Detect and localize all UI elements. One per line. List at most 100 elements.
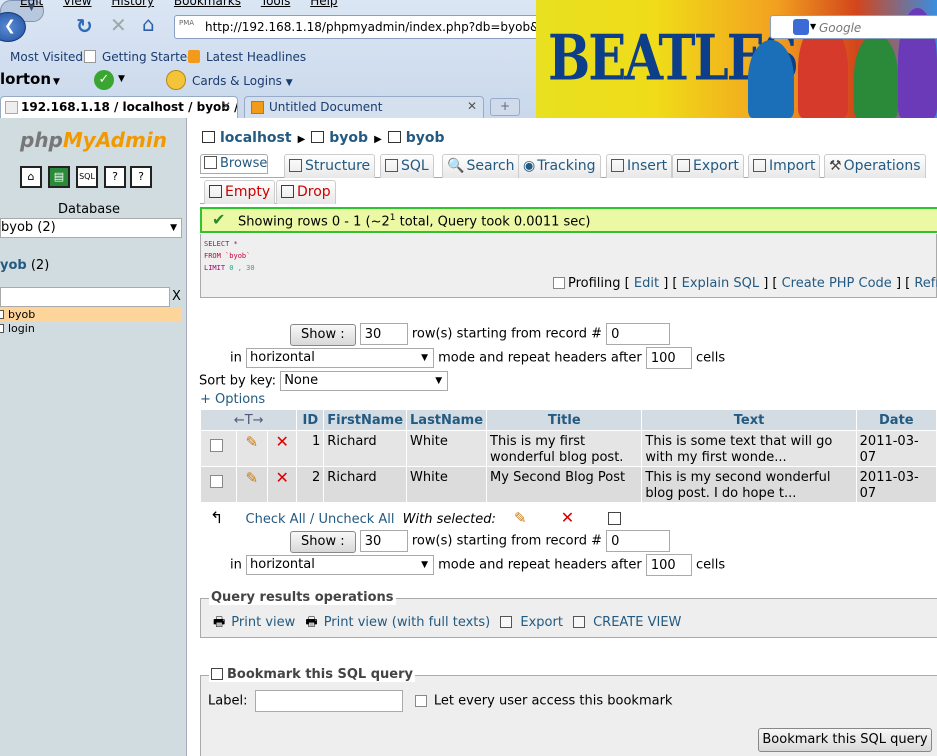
column-header-id[interactable]: ID xyxy=(297,410,324,430)
bookmark-getting-started[interactable]: Getting Started xyxy=(84,50,195,64)
column-header-lastname[interactable]: LastName xyxy=(407,410,487,430)
tab-empty[interactable]: Empty xyxy=(204,180,276,204)
bookmark-label-input[interactable] xyxy=(254,690,403,712)
current-database-title[interactable]: yob (2) xyxy=(0,258,49,273)
breadcrumb-server[interactable]: localhost xyxy=(220,130,292,146)
home-icon[interactable]: ⌂ xyxy=(142,12,155,36)
delete-icon[interactable]: ✕ xyxy=(275,432,288,451)
sidebar-table-byob[interactable]: byob xyxy=(0,308,182,322)
new-tab-button[interactable]: + xyxy=(490,98,520,116)
edit-sql-link[interactable]: Edit xyxy=(634,276,659,291)
menu-bookmarks[interactable]: Bookmarks xyxy=(174,0,241,8)
chevron-down-icon[interactable]: ▼ xyxy=(810,22,816,31)
norton-safe-icon[interactable]: ✓ xyxy=(94,70,114,90)
chevron-down-icon[interactable]: ▼ xyxy=(118,74,125,84)
column-header-firstname[interactable]: FirstName xyxy=(324,410,407,430)
phpmyadmin-logo[interactable]: phpMyAdmin xyxy=(20,128,167,152)
menu-help[interactable]: Help xyxy=(310,0,337,8)
sort-key-select[interactable]: None ▼ xyxy=(280,371,449,391)
refresh-link[interactable]: Refresh xyxy=(914,276,937,291)
table-icon[interactable] xyxy=(0,324,4,333)
bookmark-public-checkbox[interactable] xyxy=(414,694,427,707)
profiling-checkbox[interactable] xyxy=(553,277,565,289)
bookmark-submit-button[interactable]: Bookmark this SQL query xyxy=(758,728,932,752)
tab-search[interactable]: 🔍 Search xyxy=(442,154,520,178)
column-header-text[interactable]: Text xyxy=(642,410,856,430)
delete-icon[interactable]: ✕ xyxy=(561,508,574,527)
tab-drop[interactable]: Drop xyxy=(276,180,336,204)
table-filter-input[interactable] xyxy=(0,287,170,307)
uncheck-all-link[interactable]: Uncheck All xyxy=(318,512,394,527)
table-label[interactable]: login xyxy=(8,322,35,335)
show-button[interactable]: Show : xyxy=(290,530,356,553)
table-icon[interactable] xyxy=(0,310,4,319)
google-icon[interactable] xyxy=(793,19,809,35)
start-record-input[interactable]: 0 xyxy=(606,323,671,345)
sql-icon[interactable]: SQL xyxy=(76,166,98,188)
clear-filter-button[interactable]: X xyxy=(172,289,181,304)
export-link[interactable]: Export xyxy=(520,615,563,630)
browser-tab-active[interactable]: 192.168.1.18 / localhost / byob / ... ✕ xyxy=(0,96,238,118)
pencil-icon[interactable]: ✎ xyxy=(245,433,258,451)
mysql-docs-icon[interactable]: ? xyxy=(130,166,152,188)
pencil-icon[interactable]: ✎ xyxy=(514,509,527,527)
menu-history[interactable]: History xyxy=(111,0,154,8)
search-input[interactable]: ▼ Google xyxy=(770,15,937,39)
tab-import[interactable]: Import xyxy=(748,154,821,178)
start-record-input[interactable]: 0 xyxy=(606,530,671,552)
pencil-icon[interactable]: ✎ xyxy=(245,469,258,487)
print-view-link[interactable]: Print view xyxy=(231,615,295,630)
delete-icon[interactable]: ✕ xyxy=(275,468,288,487)
column-header-date[interactable]: Date xyxy=(856,410,936,430)
tab-insert[interactable]: Insert xyxy=(606,154,673,178)
check-all-link[interactable]: Check All xyxy=(246,512,306,527)
rows-input[interactable]: 30 xyxy=(359,323,408,345)
explain-sql-link[interactable]: Explain SQL xyxy=(682,276,759,291)
bookmark-most-visited[interactable]: Most Visited xyxy=(10,50,83,64)
export-icon[interactable] xyxy=(608,512,622,525)
lock-icon[interactable] xyxy=(166,70,186,90)
column-header-title[interactable]: Title xyxy=(487,410,642,430)
browser-tab-untitled[interactable]: Untitled Document ✕ xyxy=(244,96,484,118)
docs-icon[interactable]: ? xyxy=(104,166,126,188)
options-toggle[interactable]: + Options xyxy=(200,392,265,407)
chevron-down-icon[interactable]: ▼ xyxy=(28,3,35,13)
chevron-down-icon[interactable]: ▼ xyxy=(53,77,60,87)
show-button[interactable]: Show : xyxy=(290,323,356,346)
stop-icon[interactable]: ✕ xyxy=(110,13,127,37)
query-window-icon[interactable]: ▤ xyxy=(48,166,70,188)
rows-input[interactable]: 30 xyxy=(359,530,408,552)
repeat-headers-input[interactable]: 100 xyxy=(645,347,692,369)
tab-export[interactable]: Export xyxy=(672,154,744,178)
mode-select[interactable]: horizontal ▼ xyxy=(246,555,434,575)
home-icon[interactable]: ⌂ xyxy=(20,166,42,188)
repeat-headers-input[interactable]: 100 xyxy=(645,554,692,576)
breadcrumb-table[interactable]: byob xyxy=(406,130,445,146)
tab-browse[interactable]: Browse xyxy=(200,154,269,174)
create-php-code-link[interactable]: Create PHP Code xyxy=(782,276,892,291)
tab-structure[interactable]: Structure xyxy=(284,154,376,178)
table-label[interactable]: byob xyxy=(8,308,35,321)
database-select[interactable]: byob (2) ▼ xyxy=(0,218,182,238)
database-name[interactable]: yob xyxy=(0,258,27,273)
sidebar-table-login[interactable]: login xyxy=(0,322,182,336)
print-view-full-link[interactable]: Print view (with full texts) xyxy=(324,615,491,630)
cards-logins-button[interactable]: Cards & Logins ▼ xyxy=(192,74,293,88)
close-tab-icon[interactable]: ✕ xyxy=(221,99,231,113)
reload-icon[interactable]: ↻ xyxy=(76,14,93,38)
row-checkbox[interactable] xyxy=(210,475,223,488)
create-view-link[interactable]: CREATE VIEW xyxy=(593,615,681,630)
tab-sql[interactable]: SQL xyxy=(380,154,434,178)
menu-tools[interactable]: Tools xyxy=(261,0,291,8)
breadcrumb-database[interactable]: byob xyxy=(329,130,368,146)
tab-tracking[interactable]: ◉ Tracking xyxy=(518,154,601,178)
close-tab-icon[interactable]: ✕ xyxy=(467,99,477,113)
print-icon: 🖶 xyxy=(213,615,226,630)
bookmark-latest-headlines[interactable]: Latest Headlines xyxy=(188,50,306,64)
tab-operations[interactable]: ⚒ Operations xyxy=(824,154,926,178)
column-resize-header[interactable]: ←T→ xyxy=(201,410,297,430)
norton-logo[interactable]: lorton xyxy=(0,70,51,88)
row-checkbox[interactable] xyxy=(210,439,223,452)
menu-view[interactable]: View xyxy=(63,0,91,8)
mode-select[interactable]: horizontal ▼ xyxy=(246,348,434,368)
